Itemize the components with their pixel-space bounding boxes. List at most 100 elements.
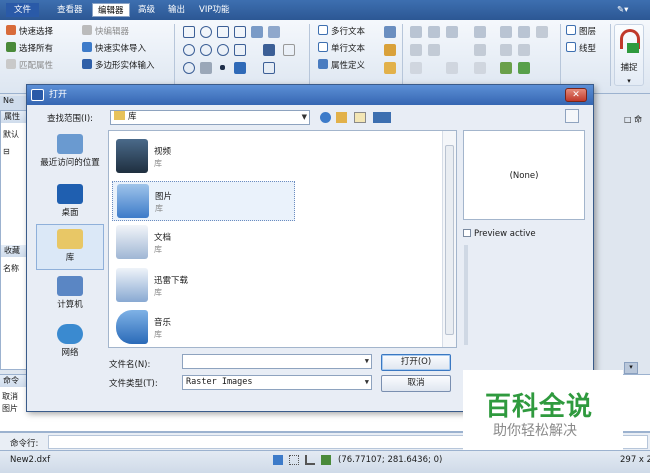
close-button[interactable]: ✕ [565, 88, 587, 102]
linetype-button[interactable]: 线型 [566, 42, 596, 55]
join-icon[interactable] [518, 44, 530, 56]
select-icon [6, 25, 16, 35]
extend-icon[interactable] [428, 44, 440, 56]
place-recent[interactable]: 最近访问的位置 [36, 130, 104, 176]
list-item[interactable]: 音乐 库 [112, 308, 292, 348]
pen-icon[interactable] [263, 44, 275, 56]
list-item[interactable]: 图片 库 [112, 181, 295, 221]
text-edit-icon[interactable] [384, 44, 396, 56]
region-icon[interactable] [234, 44, 246, 56]
select-all-button[interactable]: 选择所有 [6, 42, 53, 55]
block-editor-button[interactable]: 快编辑器 [82, 25, 129, 38]
paint-icon[interactable]: ✎▾ [612, 3, 633, 17]
offset-icon[interactable] [474, 44, 486, 56]
list-item[interactable]: 文档 库 [112, 223, 292, 263]
place-libraries[interactable]: 库 [36, 224, 104, 270]
trim-icon[interactable] [410, 44, 422, 56]
snap-button[interactable]: 捕捉 ▾ [614, 24, 644, 86]
insert-icon[interactable] [268, 26, 280, 38]
scrollbar[interactable] [442, 131, 456, 347]
file-list: 视频 库 图片 库 文档 库 迅雷下载 库 音乐 库 [108, 130, 457, 348]
move-icon[interactable] [410, 26, 422, 38]
image-icon[interactable] [234, 62, 246, 74]
ribbon: 快速选择 选择所有 匹配属性 快编辑器 快速实体导入 多边形实体输入 多行文本 … [0, 20, 650, 94]
preview-toggle-icon[interactable] [565, 109, 579, 123]
point-icon[interactable] [220, 65, 225, 70]
mtext-button[interactable]: 多行文本 [318, 25, 365, 38]
new-folder-icon[interactable] [354, 112, 366, 123]
look-in-select[interactable]: 库 ▼ [110, 110, 310, 125]
line-icon[interactable] [183, 26, 195, 38]
attribute-define-button[interactable]: 属性定义 [318, 59, 365, 72]
mirror-icon[interactable] [446, 26, 458, 38]
grid-status-icon[interactable] [289, 455, 299, 465]
chevron-down-icon[interactable]: ▾ [624, 362, 638, 374]
quick-select-button[interactable]: 快速选择 [6, 25, 53, 38]
layer-state-icon[interactable] [518, 62, 530, 74]
arc-icon[interactable] [200, 26, 212, 38]
properties-panel: 属性 默认 ⊟ 收藏 名称 [0, 110, 28, 370]
scale-icon[interactable] [500, 26, 512, 38]
tab-vip[interactable]: VIP功能 [194, 3, 234, 17]
view-menu-icon[interactable] [373, 112, 391, 123]
doc-tab[interactable]: Ne [0, 96, 26, 110]
library-icon [57, 229, 83, 249]
dialog-title: 打开 [49, 90, 68, 100]
open-button[interactable]: 打开(O) [381, 354, 451, 371]
filetype-select[interactable]: Raster Images ▼ [182, 375, 372, 390]
fill-icon[interactable] [200, 62, 212, 74]
explode-icon[interactable] [536, 26, 548, 38]
collapse-icon[interactable]: ⊟ [3, 147, 10, 156]
recent-icon [57, 134, 83, 154]
circle-icon[interactable] [183, 44, 195, 56]
snap-status-icon[interactable] [273, 455, 283, 465]
chamfer-icon[interactable] [446, 62, 458, 74]
layers-button[interactable]: 图层 [566, 25, 596, 38]
music-library-icon [116, 310, 148, 344]
ribbon-divider [402, 24, 403, 86]
text-style-icon[interactable] [384, 26, 396, 38]
donut-icon[interactable] [217, 44, 229, 56]
up-folder-icon[interactable] [336, 112, 347, 123]
ellipse-icon[interactable] [200, 44, 212, 56]
ribbon-divider [560, 24, 561, 86]
entity-import-button[interactable]: 快速实体导入 [82, 42, 146, 55]
tab-advanced[interactable]: 高级 [133, 3, 160, 17]
find-text-icon[interactable] [384, 62, 396, 74]
tab-output[interactable]: 输出 [163, 3, 190, 17]
status-filename: New2.dxf [10, 455, 51, 465]
color-icon[interactable] [500, 62, 512, 74]
polygon-input-button[interactable]: 多边形实体输入 [82, 59, 155, 72]
tab-viewer[interactable]: 查看器 [52, 3, 88, 17]
back-icon[interactable] [320, 112, 331, 123]
cancel-button[interactable]: 取消 [381, 375, 451, 392]
fillet-icon[interactable] [410, 62, 422, 74]
tab-file[interactable]: 文件 [6, 3, 40, 17]
place-computer[interactable]: 计算机 [36, 272, 104, 318]
tab-editor[interactable]: 编辑器 [92, 3, 130, 17]
chevron-down-icon: ▼ [364, 357, 369, 365]
polyline-icon[interactable] [234, 26, 246, 38]
table-icon[interactable] [283, 44, 295, 56]
rotate-icon[interactable] [428, 26, 440, 38]
array-icon[interactable] [518, 26, 530, 38]
list-item[interactable]: 视频 库 [112, 137, 292, 177]
break-icon[interactable] [474, 62, 486, 74]
place-desktop[interactable]: 桌面 [36, 180, 104, 226]
scroll-thumb[interactable] [445, 145, 454, 335]
copy-icon[interactable] [474, 26, 486, 38]
match-properties-button[interactable]: 匹配属性 [6, 59, 53, 72]
hatch-icon[interactable] [251, 26, 263, 38]
stretch-icon[interactable] [500, 44, 512, 56]
list-item[interactable]: 迅雷下载 库 [112, 266, 292, 306]
place-network[interactable]: 网络 [36, 320, 104, 366]
rect-icon[interactable] [217, 26, 229, 38]
preview-active-checkbox[interactable]: Preview active [463, 229, 536, 239]
grid-icon[interactable] [263, 62, 275, 74]
spline-icon[interactable] [183, 62, 195, 74]
ortho-status-icon[interactable] [305, 455, 315, 465]
filename-input[interactable]: ▼ [182, 354, 372, 369]
text-button[interactable]: 单行文本 [318, 42, 365, 55]
polar-status-icon[interactable] [321, 455, 331, 465]
ribbon-divider [610, 24, 611, 86]
